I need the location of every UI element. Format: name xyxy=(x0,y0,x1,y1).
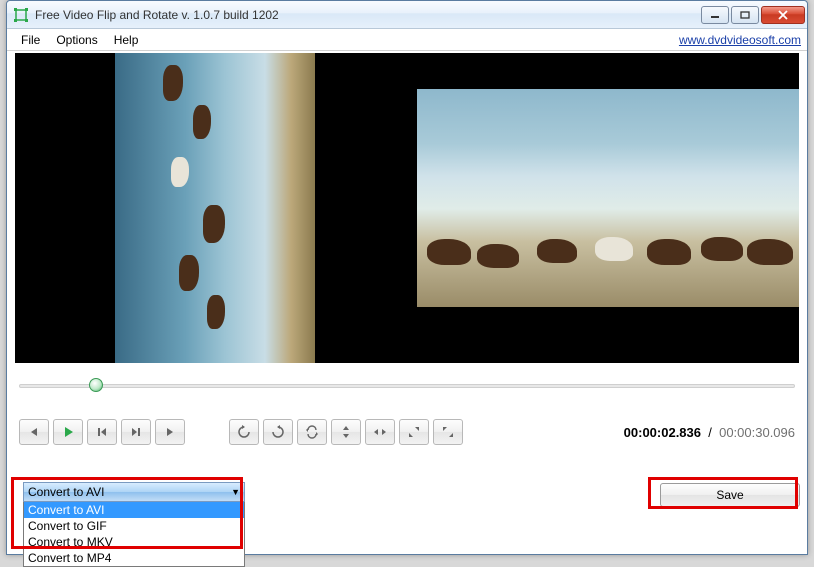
window-title: Free Video Flip and Rotate v. 1.0.7 buil… xyxy=(35,8,701,22)
slider-track xyxy=(19,384,795,388)
format-combobox[interactable]: Convert to AVI ▼ Convert to AVI Convert … xyxy=(23,482,245,567)
rotate-180-button[interactable] xyxy=(297,419,327,445)
rotate-cw-90-button[interactable] xyxy=(263,419,293,445)
maximize-button[interactable] xyxy=(731,6,759,24)
playback-group xyxy=(19,419,185,445)
close-button[interactable] xyxy=(761,6,805,24)
titlebar: Free Video Flip and Rotate v. 1.0.7 buil… xyxy=(7,1,807,29)
menubar: File Options Help www.dvdvideosoft.com xyxy=(7,29,807,51)
step-back-button[interactable] xyxy=(87,419,117,445)
timeline-slider[interactable] xyxy=(19,377,795,395)
flip-horizontal-button[interactable] xyxy=(365,419,395,445)
time-current: 00:00:02.836 xyxy=(624,425,701,440)
rotate-ccw-90-button[interactable] xyxy=(229,419,259,445)
format-option[interactable]: Convert to AVI xyxy=(24,502,244,518)
save-label: Save xyxy=(716,488,743,502)
format-combo-list: Convert to AVI Convert to GIF Convert to… xyxy=(23,502,245,567)
step-forward-button[interactable] xyxy=(121,419,151,445)
time-display: 00:00:02.836 / 00:00:30.096 xyxy=(624,425,795,440)
vendor-link[interactable]: www.dvdvideosoft.com xyxy=(679,33,801,47)
video-preview-area xyxy=(15,53,799,363)
flip-diagonal-2-button[interactable] xyxy=(433,419,463,445)
format-option[interactable]: Convert to MKV xyxy=(24,534,244,550)
format-option[interactable]: Convert to GIF xyxy=(24,518,244,534)
preview-left-rotated xyxy=(115,53,315,363)
format-combo-button[interactable]: Convert to AVI ▼ xyxy=(23,482,245,502)
chevron-down-icon: ▼ xyxy=(231,487,240,497)
time-total: 00:00:30.096 xyxy=(719,425,795,440)
controls-row: 00:00:02.836 / 00:00:30.096 xyxy=(19,419,795,445)
menu-file[interactable]: File xyxy=(13,31,48,49)
preview-right-original xyxy=(417,89,799,307)
app-window: Free Video Flip and Rotate v. 1.0.7 buil… xyxy=(6,0,808,555)
transform-group xyxy=(229,419,463,445)
play-button[interactable] xyxy=(53,419,83,445)
flip-diagonal-1-button[interactable] xyxy=(399,419,429,445)
minimize-button[interactable] xyxy=(701,6,729,24)
next-button[interactable] xyxy=(155,419,185,445)
slider-thumb[interactable] xyxy=(89,378,103,392)
save-button[interactable]: Save xyxy=(660,483,800,507)
menu-help[interactable]: Help xyxy=(106,31,147,49)
window-controls xyxy=(701,6,805,24)
app-icon xyxy=(13,7,29,23)
format-option[interactable]: Convert to MP4 xyxy=(24,550,244,566)
format-selected: Convert to AVI xyxy=(28,485,104,499)
menu-options[interactable]: Options xyxy=(48,31,105,49)
time-separator: / xyxy=(708,425,712,440)
prev-button[interactable] xyxy=(19,419,49,445)
flip-vertical-button[interactable] xyxy=(331,419,361,445)
